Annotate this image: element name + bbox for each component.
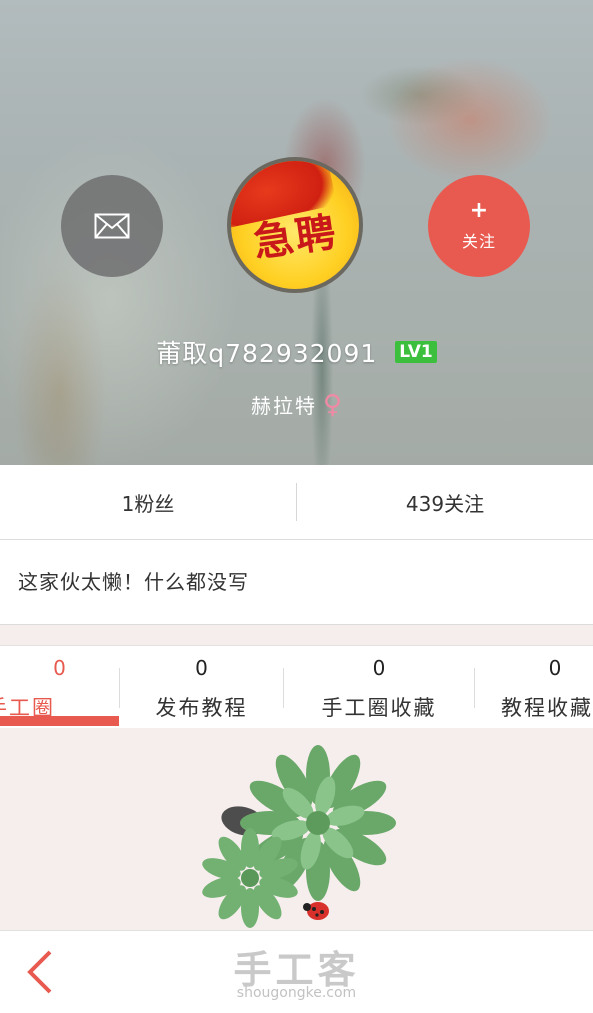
- username: 莆取q782932091: [156, 339, 378, 368]
- tab-label: 手工圈收藏: [321, 696, 437, 720]
- stats-bar: 1粉丝 439关注: [0, 465, 593, 540]
- bio-text: 这家伙太懒！什么都没写: [18, 570, 249, 594]
- tab-count: 0: [372, 656, 386, 680]
- plus-icon: +: [469, 198, 489, 223]
- message-button[interactable]: [61, 175, 163, 277]
- bio-section: 这家伙太懒！什么都没写: [0, 540, 593, 625]
- profile-tabs: 0 手工圈 0 发布教程 0 手工圈收藏 0 教程收藏: [0, 645, 593, 729]
- active-tab-indicator: [0, 716, 119, 726]
- level-badge: LV1: [395, 341, 437, 363]
- user-subtitle: 赫拉特: [250, 394, 317, 418]
- follow-button[interactable]: + 关注: [428, 175, 530, 277]
- avatar[interactable]: 急聘: [227, 157, 363, 293]
- follow-label: 关注: [461, 232, 496, 251]
- fans-count[interactable]: 1粉丝: [0, 488, 296, 517]
- tab-content-area: [0, 728, 593, 930]
- tab-count: 0: [195, 656, 208, 680]
- envelope-icon: [94, 213, 130, 239]
- succulent-plant-illustration: [202, 745, 396, 928]
- brand-url: shougongke.com: [236, 985, 357, 1001]
- username-row: 莆取q782932091 LV1: [0, 334, 593, 370]
- female-gender-icon: ♀: [322, 389, 343, 420]
- section-gap: [0, 625, 593, 645]
- tab-tutorial-favorites[interactable]: 0 教程收藏: [475, 646, 593, 728]
- tab-label: 教程收藏: [501, 696, 593, 720]
- following-count[interactable]: 439关注: [297, 488, 593, 517]
- bottom-bar: 手工客 shougongke.com: [0, 930, 593, 1013]
- tab-published-tutorials[interactable]: 0 发布教程: [120, 646, 283, 728]
- subtitle-row: 赫拉特 ♀: [0, 390, 593, 419]
- tab-count: 0: [548, 656, 562, 680]
- tab-circle-favorites[interactable]: 0 手工圈收藏: [284, 646, 474, 728]
- tab-count: 0: [53, 656, 66, 680]
- tab-label: 发布教程: [155, 696, 248, 720]
- profile-header: 急聘 + 关注 莆取q782932091 LV1 赫拉特 ♀: [0, 0, 593, 465]
